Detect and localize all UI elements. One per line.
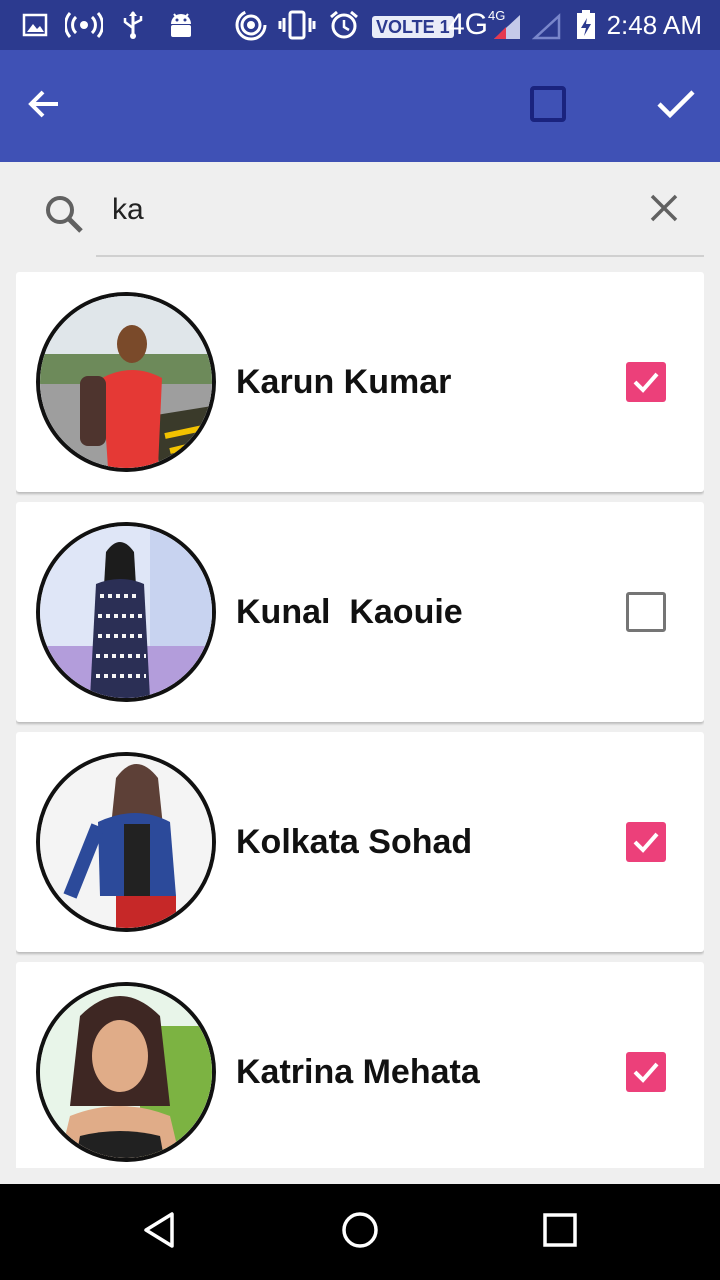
signal-empty-icon (530, 12, 564, 42)
volte-badge: VOLTE 1 (372, 16, 454, 38)
home-circle-icon (340, 1210, 380, 1255)
contact-card[interactable]: Kunal Kaouie (16, 502, 704, 722)
contact-checkbox-unchecked[interactable] (626, 592, 666, 632)
app-bar (0, 50, 720, 162)
close-icon (648, 192, 680, 229)
recents-square-icon (542, 1212, 578, 1253)
search-input[interactable] (96, 186, 616, 234)
nav-recents-button[interactable] (532, 1204, 588, 1260)
contact-name: Karun Kumar (236, 363, 452, 401)
contact-name: Kunal Kaouie (236, 593, 463, 631)
vibrate-icon (278, 10, 316, 40)
clock: 2:48 AM (606, 10, 702, 40)
search-bar (0, 162, 720, 266)
signal-icon (490, 12, 524, 42)
contact-checkbox-checked[interactable] (626, 362, 666, 402)
check-icon (633, 372, 659, 393)
avatar (36, 982, 216, 1162)
nav-home-button[interactable] (332, 1204, 388, 1260)
contact-card[interactable]: Katrina Mehata (16, 962, 704, 1168)
search-underline (96, 255, 704, 257)
contact-card[interactable]: Karun Kumar (16, 272, 704, 492)
image-icon (20, 10, 50, 40)
back-triangle-icon (140, 1210, 180, 1255)
back-button[interactable] (16, 78, 72, 134)
contact-card[interactable]: Kolkata Sohad (16, 732, 704, 952)
nav-back-button[interactable] (132, 1204, 188, 1260)
checkbox-outline-icon (529, 85, 567, 128)
battery-charging-icon (574, 10, 598, 40)
hotspot-icon (64, 10, 104, 40)
check-icon (633, 1062, 659, 1083)
check-icon (633, 832, 659, 853)
contact-checkbox-checked[interactable] (626, 1052, 666, 1092)
wifi-tethering-icon (234, 9, 268, 41)
avatar (36, 752, 216, 932)
contact-checkbox-checked[interactable] (626, 822, 666, 862)
select-all-button[interactable] (520, 78, 576, 134)
navigation-bar (0, 1184, 720, 1280)
check-icon (656, 88, 696, 125)
clear-search-button[interactable] (640, 186, 688, 234)
network-type: 4G (448, 8, 489, 41)
contact-name: Katrina Mehata (236, 1053, 480, 1091)
avatar (36, 292, 216, 472)
contact-list: Karun Kumar Kunal Kaouie Kolkata Sohad K… (16, 272, 704, 1168)
avatar (36, 522, 216, 702)
contact-name: Kolkata Sohad (236, 823, 473, 861)
alarm-icon (328, 10, 360, 40)
confirm-button[interactable] (648, 78, 704, 134)
usb-icon (118, 10, 148, 40)
android-debug-icon (166, 10, 196, 40)
search-icon[interactable] (40, 190, 88, 238)
arrow-back-icon (26, 86, 62, 127)
status-bar: VOLTE 1 4G 4G 2:48 AM (0, 0, 720, 50)
